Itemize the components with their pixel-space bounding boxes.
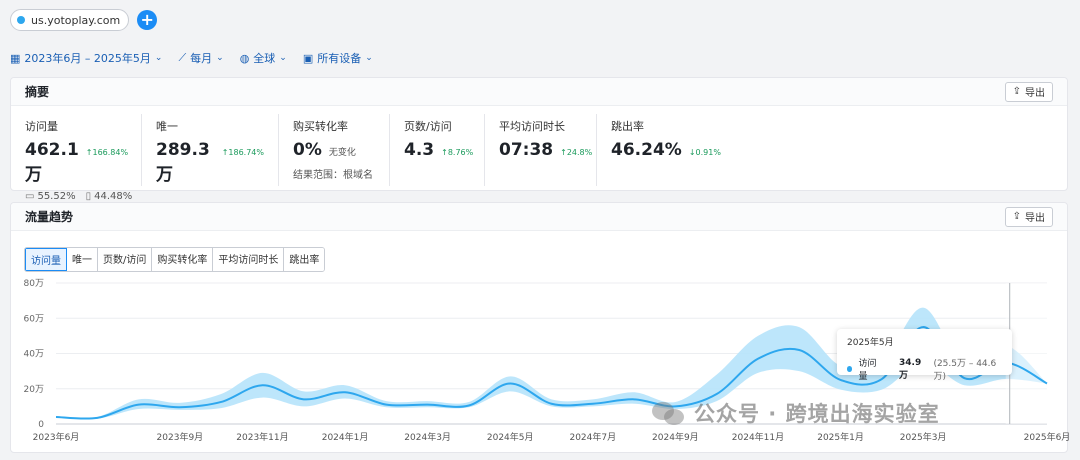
tooltip-value: 34.9万: [899, 357, 922, 381]
metric-avg-duration: 平均访问时长 07:38 ↑24.8%: [485, 114, 597, 186]
metric-value: 46.24%: [611, 140, 682, 160]
desktop-icon: ▭: [25, 191, 35, 202]
devices-icon: ▣: [302, 51, 314, 65]
x-tick-label: 2023年9月: [157, 431, 204, 443]
metric-change: ↑24.8%: [560, 148, 593, 157]
tooltip-series: 访问量: [858, 359, 877, 382]
metric-value: 289.3万: [156, 140, 210, 185]
metric-visits: 访问量 462.1万 ↑166.84% ▭ 55.52% ▯ 44.48%: [11, 114, 142, 202]
chevron-down-icon: ⌄: [365, 53, 373, 63]
metric-label: 购买转化率: [293, 120, 348, 133]
metric-pages-per-visit: 页数/访问 4.3 ↑8.76%: [390, 114, 485, 186]
domain-chip[interactable]: us.yotoplay.com: [10, 9, 130, 31]
x-tick-label: 2024年1月: [322, 431, 369, 443]
metric-change: ↑166.84%: [85, 148, 129, 157]
x-tick-label: 2024年11月: [732, 431, 784, 443]
metric-value: 0%: [293, 140, 322, 160]
x-tick-label: 2025年1月: [817, 431, 864, 443]
summary-header: 摘要 ⇪ 导出: [11, 78, 1067, 106]
globe-icon: ◍: [239, 51, 250, 65]
metric-change: ↑8.76%: [441, 148, 474, 157]
metric-change: ↑186.74%: [221, 148, 264, 157]
date-range-filter[interactable]: ▦ 2023年6月 – 2025年5月 ⌄: [10, 50, 162, 66]
x-tick-label: 2025年6月: [1024, 431, 1069, 443]
metric-label: 跳出率: [611, 120, 644, 133]
metric-value: 07:38: [499, 140, 554, 160]
summary-title: 摘要: [25, 85, 50, 99]
metric-unique: 唯一 289.3万 ↑186.74%: [142, 114, 279, 186]
mobile-icon: ▯: [85, 191, 92, 202]
date-range-label: 2023年6月 – 2025年5月: [24, 52, 151, 65]
granularity-filter[interactable]: ⟋ 每月 ⌄: [178, 50, 223, 66]
metric-scope: 结果范围：根域名: [293, 170, 373, 181]
x-tick-label: 2024年7月: [569, 431, 616, 443]
wechat-logo-icon: [652, 400, 686, 426]
desktop-share: 55.52%: [37, 191, 76, 202]
device-filter[interactable]: ▣ 所有设备 ⌄: [303, 50, 373, 66]
watermark-text: 公众号 · 跨境出海实验室: [694, 402, 940, 426]
filter-bar: ▦ 2023年6月 – 2025年5月 ⌄ ⟋ 每月 ⌄ ◍ 全球 ⌄ ▣ 所有…: [10, 50, 373, 66]
metric-value: 4.3: [404, 140, 435, 160]
metric-note: 无变化: [328, 148, 356, 158]
metric-label: 访问量: [25, 120, 58, 133]
x-tick-label: 2023年6月: [33, 431, 80, 443]
metric-value: 462.1万: [25, 140, 79, 185]
chevron-down-icon: ⌄: [279, 53, 287, 63]
x-tick-label: 2023年11月: [236, 431, 288, 443]
watermark: 公众号 · 跨境出海实验室: [652, 398, 940, 428]
chevron-down-icon: ⌄: [154, 53, 163, 63]
region-filter[interactable]: ◍ 全球 ⌄: [240, 50, 287, 66]
x-tick-label: 2025年3月: [900, 431, 947, 443]
export-icon: ⇪: [1012, 86, 1021, 97]
summary-card: 摘要 ⇪ 导出 访问量 462.1万 ↑166.84% ▭ 55.52% ▯ 44.…: [10, 77, 1068, 202]
metric-bounce-rate: 跳出率 46.24% ↓0.91%: [597, 114, 737, 186]
chart-tooltip: 2025年5月 访问量 34.9万 (25.5万 – 44.6万): [837, 329, 1012, 382]
add-site-button[interactable]: +: [137, 10, 158, 30]
y-tick-label: 20万: [24, 385, 44, 395]
device-label: 所有设备: [317, 52, 362, 65]
site-bar: us.yotoplay.com +: [10, 9, 158, 31]
metric-conversion: 购买转化率 0% 无变化 结果范围：根域名: [279, 114, 390, 186]
granularity-label: 每月: [190, 52, 213, 65]
domain-label: us.yotoplay.com: [31, 13, 121, 27]
metric-label: 平均访问时长: [499, 120, 565, 133]
y-tick-label: 0: [38, 420, 44, 430]
series-dot: [847, 366, 853, 372]
tooltip-title: 2025年5月: [847, 338, 894, 348]
tooltip-range: (25.5万 – 44.6万): [933, 359, 997, 382]
calendar-icon: ▦: [10, 51, 21, 65]
region-label: 全球: [253, 52, 276, 65]
y-tick-label: 60万: [24, 314, 44, 324]
x-tick-label: 2024年3月: [404, 431, 451, 443]
metric-label: 页数/访问: [404, 120, 452, 133]
y-tick-label: 80万: [24, 279, 44, 289]
mobile-share: 44.48%: [94, 191, 133, 202]
x-tick-label: 2024年9月: [652, 431, 699, 443]
line-chart-icon: ⟋: [178, 51, 187, 64]
x-tick-label: 2024年5月: [487, 431, 534, 443]
summary-export-button[interactable]: ⇪ 导出: [1004, 81, 1053, 102]
chevron-down-icon: ⌄: [216, 53, 224, 63]
metric-change: ↓0.91%: [688, 148, 721, 157]
metrics-row: 访问量 462.1万 ↑166.84% ▭ 55.52% ▯ 44.48% 唯一 2…: [11, 106, 1067, 202]
domain-color-dot: [17, 16, 25, 24]
metric-label: 唯一: [156, 120, 178, 133]
y-tick-label: 40万: [24, 350, 44, 360]
export-label: 导出: [1025, 88, 1045, 99]
